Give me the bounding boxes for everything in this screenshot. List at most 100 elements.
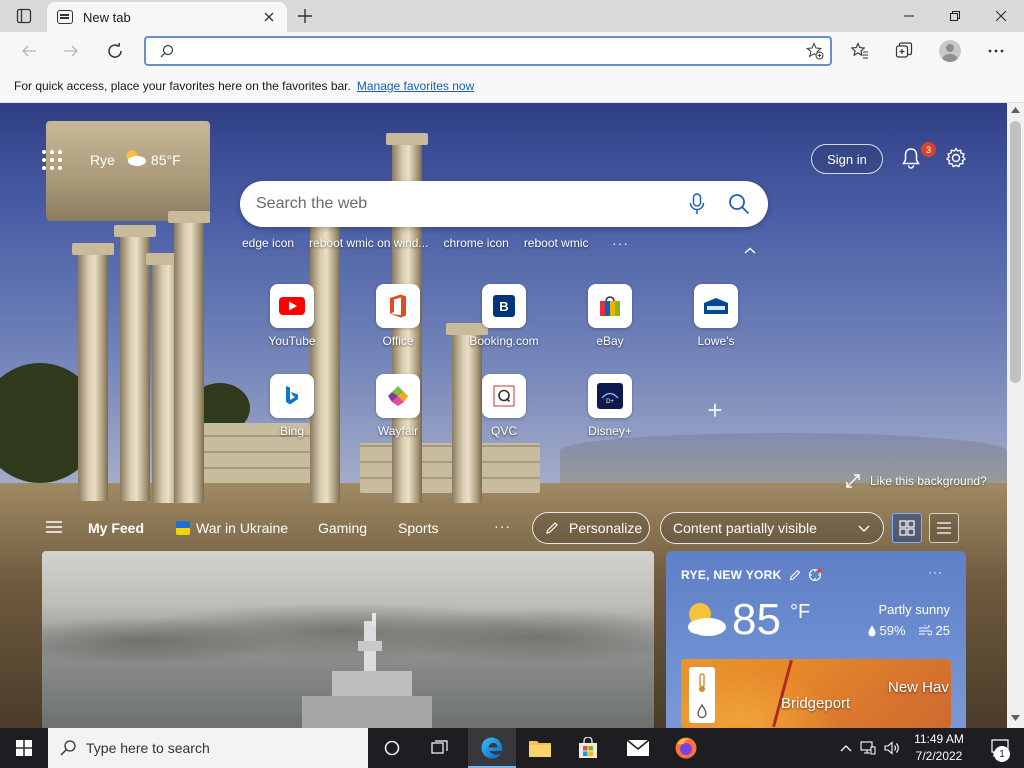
svg-text:D+: D+ [606, 399, 614, 405]
manage-favorites-link[interactable]: Manage favorites now [357, 79, 474, 93]
collapse-quick-links-button[interactable] [742, 245, 758, 257]
quick-link-bing[interactable]: Bing [247, 374, 337, 438]
restore-icon [950, 11, 960, 21]
search-submit-button[interactable] [724, 189, 754, 219]
taskbar-file-explorer-button[interactable] [516, 728, 564, 768]
close-window-button[interactable] [978, 0, 1024, 32]
taskbar-firefox-button[interactable] [662, 728, 710, 768]
quick-link-lowes[interactable]: Lowe's [671, 284, 761, 348]
taskbar-mail-button[interactable] [614, 728, 662, 768]
tab-close-button[interactable] [259, 7, 279, 27]
cortana-button[interactable] [368, 728, 416, 768]
tab-actions-button[interactable] [8, 4, 40, 28]
suggestion-item[interactable]: edge icon [242, 236, 294, 250]
weather-card[interactable]: RYE, NEW YORK ··· 85 °F Partly sunny 59%… [666, 551, 966, 728]
quick-link-ebay[interactable]: eBay [565, 284, 655, 348]
microphone-icon [689, 193, 705, 214]
scroll-down-arrow-icon[interactable] [1011, 715, 1020, 721]
taskbar-store-button[interactable] [564, 728, 612, 768]
map-city-label: New Hav [888, 679, 949, 696]
cortana-circle-icon [384, 740, 400, 756]
news-card-hero[interactable] [42, 551, 654, 728]
voice-search-button[interactable] [682, 189, 712, 219]
more-horizontal-icon [988, 49, 1004, 53]
weather-more-button[interactable]: ··· [928, 565, 943, 579]
refresh-button[interactable] [100, 36, 130, 66]
weather-map[interactable]: Bridgeport New Hav [681, 659, 951, 728]
weather-location[interactable]: RYE, NEW YORK [681, 568, 822, 582]
more-feed-tabs-button[interactable]: ··· [494, 518, 511, 534]
notification-badge: 3 [921, 142, 936, 157]
feed-tab-my-feed[interactable]: My Feed [88, 520, 144, 536]
location-weather[interactable]: Rye 85°F [90, 149, 181, 170]
grid-icon [899, 520, 915, 536]
suggestion-item[interactable]: reboot wmic [524, 236, 589, 250]
feed-tab-sports[interactable]: Sports [398, 520, 438, 536]
feed-tab-war-in-ukraine[interactable]: War in Ukraine [176, 520, 288, 536]
quick-link-disney-plus[interactable]: D+ Disney+ [565, 374, 655, 438]
suggestion-item[interactable]: reboot wmic on wind... [309, 236, 428, 250]
quick-link-qvc[interactable]: QVC [459, 374, 549, 438]
app-launcher-icon[interactable] [42, 150, 62, 170]
background-wall [360, 443, 540, 493]
search-icon [160, 44, 174, 58]
show-hidden-icons-button[interactable] [836, 744, 856, 752]
personalize-button[interactable]: Personalize [532, 512, 650, 544]
page-settings-button[interactable] [943, 145, 969, 171]
settings-and-more-button[interactable] [980, 36, 1012, 66]
map-layer-controls[interactable] [689, 667, 715, 723]
address-bar[interactable] [144, 36, 832, 66]
list-icon [937, 522, 951, 534]
suggestion-item[interactable]: chrome icon [443, 236, 508, 250]
quick-link-wayfair[interactable]: Wayfair [353, 374, 443, 438]
feed-menu-button[interactable] [45, 520, 63, 534]
feed-tab-gaming[interactable]: Gaming [318, 520, 367, 536]
collections-icon [895, 42, 913, 58]
forward-button[interactable] [56, 36, 86, 66]
web-search-input[interactable] [256, 195, 682, 213]
taskbar: Type here to search 11:49 AM 7/2/2022 1 [0, 728, 1024, 768]
like-background-link[interactable]: Like this background? [846, 474, 987, 488]
qvc-icon [482, 374, 526, 418]
collections-button[interactable] [888, 36, 920, 66]
start-button[interactable] [0, 728, 48, 768]
temple-entablature [46, 121, 210, 221]
more-suggestions-button[interactable]: ··· [612, 235, 629, 251]
back-button[interactable] [14, 36, 44, 66]
grid-layout-button[interactable] [892, 513, 922, 543]
restore-button[interactable] [932, 0, 978, 32]
precipitation-drop-icon [697, 703, 707, 718]
temple-column [114, 225, 156, 501]
list-layout-button[interactable] [929, 513, 959, 543]
content-visibility-dropdown[interactable]: Content partially visible [660, 512, 884, 544]
minimize-button[interactable] [886, 0, 932, 32]
taskbar-edge-button[interactable] [468, 728, 516, 768]
favorites-button[interactable] [844, 36, 876, 66]
profile-button[interactable] [934, 36, 966, 66]
page-scrollbar[interactable] [1007, 103, 1024, 728]
weather-temperature: 85 [732, 595, 781, 644]
volume-button[interactable] [880, 741, 904, 755]
bing-icon [270, 374, 314, 418]
taskbar-search-box[interactable]: Type here to search [48, 728, 368, 768]
address-input[interactable] [182, 38, 800, 64]
web-search-box[interactable] [240, 181, 768, 227]
network-button[interactable] [856, 741, 880, 755]
warship-image [302, 613, 432, 728]
new-tab-button[interactable] [292, 4, 318, 28]
quick-link-youtube[interactable]: YouTube [247, 284, 337, 348]
scrollbar-thumb[interactable] [1010, 121, 1021, 383]
add-quick-link-button[interactable]: + [704, 397, 726, 423]
tab-new-tab[interactable]: New tab [47, 2, 287, 32]
taskbar-clock[interactable]: 11:49 AM 7/2/2022 [904, 731, 974, 765]
task-view-icon [431, 740, 448, 754]
task-view-button[interactable] [416, 728, 464, 768]
humidity-drop-icon [868, 625, 875, 636]
new-tab-page: Rye 85°F Sign in 3 edge icon reboot wmic… [0, 103, 1007, 728]
add-favorite-button[interactable] [800, 38, 830, 64]
office-icon [376, 284, 420, 328]
quick-link-booking[interactable]: B Booking.com [459, 284, 549, 348]
scroll-up-arrow-icon[interactable] [1011, 107, 1020, 113]
quick-link-office[interactable]: Office [353, 284, 443, 348]
sign-in-button[interactable]: Sign in [811, 144, 883, 174]
